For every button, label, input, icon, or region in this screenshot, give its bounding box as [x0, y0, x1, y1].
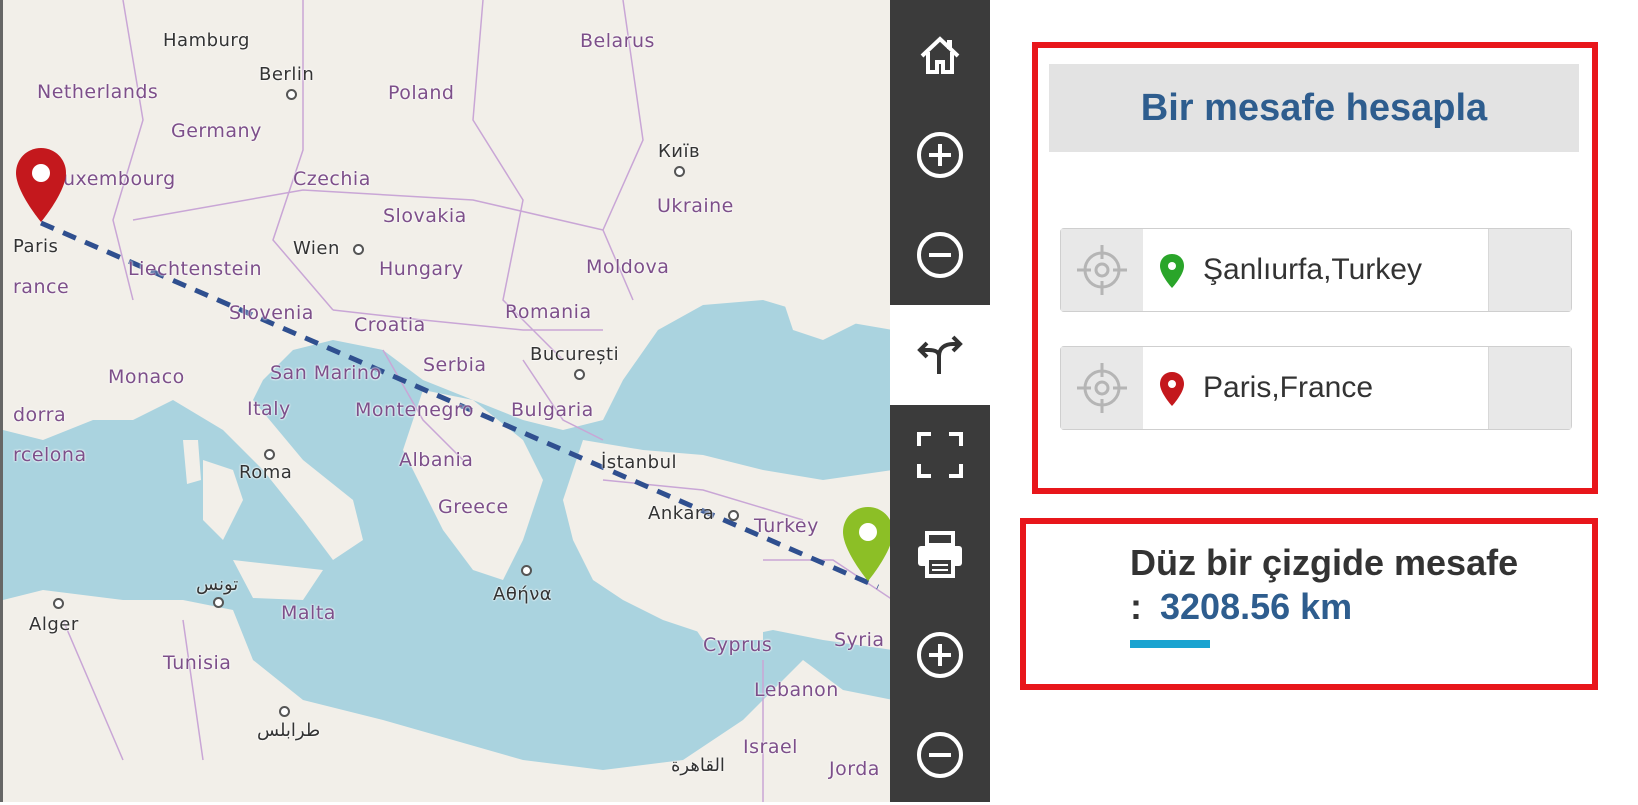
map-label-italy: Italy [247, 398, 291, 420]
map-label-albania: Albania [399, 449, 474, 471]
map-label-poland: Poland [388, 82, 455, 104]
city-dot-ankara [728, 510, 739, 521]
map-label-croatia: Croatia [354, 314, 426, 336]
map-label-hungary: Hungary [379, 258, 464, 280]
zoom-out-button[interactable] [890, 205, 990, 305]
map-label-bulgaria: Bulgaria [511, 399, 594, 421]
map-label-greece: Greece [438, 496, 509, 518]
home-button[interactable] [890, 5, 990, 105]
map-label-belarus: Belarus [580, 30, 655, 52]
map-label-malta: Malta [281, 602, 336, 624]
map-label-cyprus: Cyprus [703, 634, 773, 656]
map-label-monaco: Monaco [108, 366, 185, 388]
map-label-tripoli: طرابلس [257, 720, 321, 741]
map-label-slovenia: Slovenia [229, 302, 314, 324]
print-icon [918, 531, 962, 578]
map-label-lebanon: Lebanon [754, 679, 839, 701]
map-label-roma: Roma [239, 462, 293, 483]
to-field-action[interactable] [1488, 347, 1571, 429]
city-dot-tripoli [279, 706, 290, 717]
map-label-turkey: Turkey [754, 515, 819, 537]
fullscreen-button[interactable] [890, 405, 990, 505]
map-label-kyiv: Київ [658, 141, 701, 162]
map-label-andorra: dorra [13, 404, 67, 426]
fullscreen-icon [917, 432, 963, 478]
from-field-action[interactable] [1488, 229, 1571, 311]
zoom-in-button-2[interactable] [890, 605, 990, 705]
map-label-barcelona: rcelona [13, 444, 87, 466]
crosshair-icon [1077, 363, 1127, 413]
zoom-in-button[interactable] [890, 105, 990, 205]
red-pin-icon [1160, 372, 1184, 406]
crosshair-icon [1077, 245, 1127, 295]
result-colon: : [1130, 586, 1142, 627]
map-label-ukraine: Ukraine [657, 195, 734, 217]
map-label-bucuresti: București [530, 344, 620, 365]
route-button[interactable] [890, 305, 990, 405]
to-location-text: Paris,France [1203, 371, 1374, 404]
city-dot-tunis [213, 597, 224, 608]
map-label-istanbul: İstanbul [601, 452, 678, 473]
city-dot-alger [53, 598, 64, 609]
zoom-out-icon [917, 732, 963, 778]
map-label-czechia: Czechia [293, 168, 371, 190]
map-label-wien: Wien [293, 238, 340, 259]
map-label-tunis: تونس [196, 574, 239, 595]
map-label-slovakia: Slovakia [383, 205, 467, 227]
map-label-alger: Alger [29, 614, 79, 635]
locate-button-from[interactable] [1061, 229, 1143, 311]
map-label-montenegro: Montenegro [355, 399, 475, 421]
city-dot-berlin [286, 89, 297, 100]
zoom-out-icon [917, 232, 963, 278]
map-label-serbia: Serbia [423, 354, 487, 376]
from-location-field[interactable]: Şanlıurfa,Turkey [1060, 228, 1572, 312]
route-icon [917, 335, 963, 374]
destination-map-pin[interactable] [841, 505, 890, 583]
locate-button-to[interactable] [1061, 347, 1143, 429]
map-label-romania: Romania [505, 301, 592, 323]
map-label-israel: Israel [743, 736, 798, 758]
map-label-moldova: Moldova [586, 256, 670, 278]
map-label-paris: Paris [13, 236, 59, 257]
map-label-germany: Germany [171, 120, 262, 142]
map-label-hamburg: Hamburg [163, 30, 250, 51]
map-label-france: rance [13, 276, 70, 298]
distance-panel: Bir mesafe hesapla Şanlıurfa,Turkey Pari… [990, 0, 1638, 802]
map-label-liechtenstein: Liechtenstein [128, 258, 263, 280]
map-label-tunisia: Tunisia [163, 652, 232, 674]
map-label-syria: Syria [834, 629, 885, 651]
map-label-jordan: Jorda [829, 758, 880, 780]
zoom-in-icon [917, 632, 963, 678]
result-line: :3208.56 km [1130, 586, 1352, 628]
city-dot-bucuresti [574, 369, 585, 380]
origin-map-pin[interactable] [14, 146, 68, 224]
map-label-luxembourg: uxembourg [63, 168, 176, 190]
city-dot-kyiv [674, 166, 685, 177]
map-label-athina: Αθήνα [493, 584, 553, 605]
panel-title: Bir mesafe hesapla [1049, 64, 1579, 152]
result-underline [1130, 640, 1210, 648]
map-label-ankara: Ankara [648, 503, 715, 524]
zoom-in-icon [917, 132, 963, 178]
print-button[interactable] [890, 505, 990, 605]
map-label-netherlands: Netherlands [37, 81, 159, 103]
result-label: Düz bir çizgide mesafe [1130, 542, 1519, 583]
map-label-berlin: Berlin [259, 64, 315, 85]
map-toolbar [890, 0, 990, 802]
zoom-out-button-2[interactable] [890, 705, 990, 805]
city-dot-roma [264, 449, 275, 460]
home-icon [920, 36, 960, 74]
green-pin-icon [1160, 254, 1184, 288]
map-view[interactable]: Hamburg Belarus Berlin Netherlands Polan… [0, 0, 890, 802]
distance-value: 3208.56 km [1160, 586, 1353, 627]
to-location-field[interactable]: Paris,France [1060, 346, 1572, 430]
city-dot-wien [353, 244, 364, 255]
map-label-san-marino: San Marino [270, 362, 382, 384]
city-dot-athina [521, 565, 532, 576]
map-label-cairo: القاهرة [671, 755, 725, 776]
from-location-text: Şanlıurfa,Turkey [1203, 253, 1422, 286]
